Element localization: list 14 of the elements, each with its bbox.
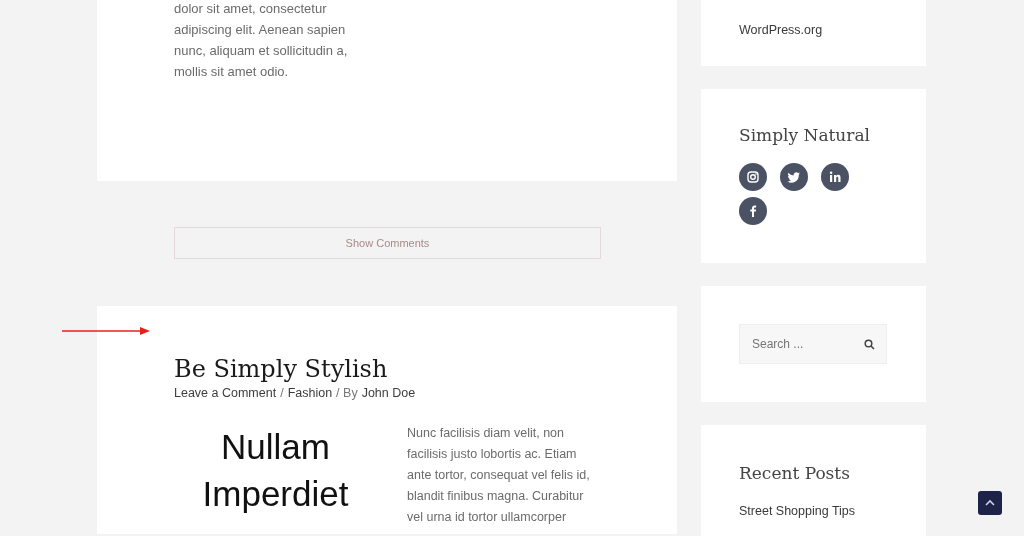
post-excerpt: dolor sit amet, consectetur adipiscing elit. Aenean sapien nunc, aliquam et sollicitudin a, mollis sit amet odio. [174, 0, 349, 81]
sidebar-link[interactable]: Street Shopping Tips [739, 501, 888, 521]
meta-text: / By [336, 385, 358, 402]
widget-title: Simply Natural [739, 125, 872, 146]
featured-text: Nullam Imperdiet [201, 425, 350, 515]
meta-link[interactable]: Leave a Comment [174, 384, 277, 403]
meta-link[interactable]: Fashion [287, 384, 333, 403]
post-excerpt: Nunc facilisis diam velit, non facilisis justo lobortis ac. Etiam ante tortor, consequat vel felis id, blandit finibus magna. Curabitur vel urna id tortor ullamcorper [407, 424, 591, 526]
meta-text: / [280, 385, 284, 402]
meta-link[interactable]: John Doe [361, 384, 416, 403]
search-field[interactable]: Search ... [739, 324, 887, 365]
sidebar-link[interactable]: WordPress.org [739, 21, 823, 40]
post-title[interactable]: Be Simply Stylish [174, 354, 600, 384]
widget-title: Recent Posts [739, 463, 851, 484]
